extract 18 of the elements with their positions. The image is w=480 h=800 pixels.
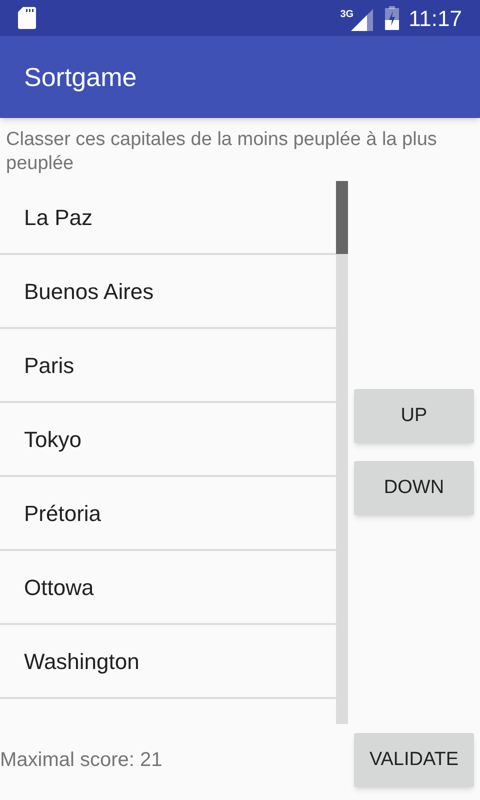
city-item[interactable]: Paris bbox=[24, 348, 74, 382]
battery-icon bbox=[384, 6, 399, 30]
city-item[interactable]: Washington bbox=[24, 644, 140, 678]
city-item[interactable]: Prétoria bbox=[24, 496, 102, 530]
app-title: Sortgame bbox=[24, 60, 137, 94]
score-text: Maximal score: 21 bbox=[0, 748, 164, 773]
city-item[interactable]: Buenos Aires bbox=[24, 274, 154, 308]
up-button[interactable]: UP bbox=[354, 389, 474, 443]
instruction-text: Classer ces capitales de la moins peuplée à la plus peuplée bbox=[5, 128, 438, 176]
down-button[interactable]: DOWN bbox=[354, 461, 474, 515]
city-item[interactable]: Tokyo bbox=[24, 422, 82, 456]
sd-card-icon bbox=[18, 7, 36, 29]
scrollbar-thumb[interactable] bbox=[336, 181, 348, 254]
city-item[interactable]: Ottowa bbox=[24, 570, 94, 604]
network-label: 3G bbox=[340, 8, 354, 22]
clock: 11:17 bbox=[408, 4, 462, 32]
city-item[interactable]: La Paz bbox=[24, 200, 92, 234]
validate-button[interactable]: VALIDATE bbox=[354, 733, 474, 787]
